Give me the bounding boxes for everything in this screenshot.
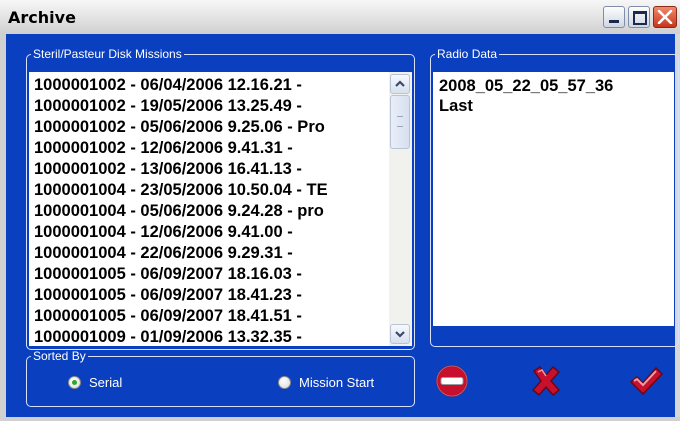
list-item[interactable]: 1000001005 - 06/09/2007 18.41.51 - bbox=[34, 306, 302, 326]
list-item[interactable]: 1000001002 - 13/06/2006 16.41.13 - bbox=[34, 159, 302, 179]
scroll-thumb[interactable] bbox=[390, 95, 410, 149]
sort-mission-start-label: Mission Start bbox=[299, 374, 375, 390]
chevron-up-icon bbox=[395, 80, 405, 87]
sorted-by-group-label: Sorted By bbox=[33, 349, 86, 363]
scroll-up-button[interactable] bbox=[390, 74, 410, 94]
ok-button[interactable] bbox=[628, 363, 664, 399]
missions-list[interactable]: 1000001002 - 06/04/2006 12.16.21 - 10000… bbox=[29, 72, 412, 346]
close-button[interactable] bbox=[653, 6, 677, 28]
chevron-down-icon bbox=[395, 331, 405, 338]
no-entry-icon bbox=[436, 365, 468, 397]
list-item[interactable]: 2008_05_22_05_57_36 bbox=[439, 76, 613, 96]
list-item[interactable]: 1000001005 - 06/09/2007 18.41.23 - bbox=[34, 285, 302, 305]
radio-checked-icon bbox=[68, 375, 81, 389]
cross-icon bbox=[531, 365, 561, 397]
sort-serial-label: Serial bbox=[89, 374, 123, 390]
radio-unchecked-icon bbox=[278, 375, 291, 389]
scroll-down-button[interactable] bbox=[390, 324, 410, 344]
minimize-button[interactable] bbox=[603, 6, 625, 28]
check-icon bbox=[629, 366, 664, 396]
list-item[interactable]: 1000001002 - 12/06/2006 9.41.31 - bbox=[34, 138, 293, 158]
missions-scrollbar[interactable] bbox=[389, 72, 412, 346]
list-item[interactable]: 1000001002 - 06/04/2006 12.16.21 - bbox=[34, 75, 302, 95]
window-border-bottom bbox=[0, 417, 680, 421]
window-title: Archive bbox=[8, 8, 76, 27]
list-item[interactable]: 1000001005 - 06/09/2007 18.16.03 - bbox=[34, 264, 302, 284]
list-item[interactable]: 1000001004 - 12/06/2006 9.41.00 - bbox=[34, 222, 293, 242]
cancel-button[interactable] bbox=[528, 363, 564, 399]
radio-data-list[interactable]: 2008_05_22_05_57_36 Last bbox=[433, 72, 674, 326]
list-item[interactable]: 1000001002 - 19/05/2006 13.25.49 - bbox=[34, 96, 302, 116]
close-icon bbox=[657, 10, 673, 24]
missions-group-label: Steril/Pasteur Disk Missions bbox=[33, 47, 182, 61]
archive-window: Archive Steril/Pasteur Disk Missions Rad… bbox=[0, 0, 680, 421]
maximize-button[interactable] bbox=[628, 6, 650, 28]
sort-mission-start-radio[interactable]: Mission Start bbox=[278, 372, 374, 392]
delete-button[interactable] bbox=[434, 363, 470, 399]
list-item[interactable]: 1000001009 - 01/09/2006 13.32.35 - bbox=[34, 327, 302, 346]
list-item[interactable]: Last bbox=[439, 96, 473, 116]
list-item[interactable]: 1000001002 - 05/06/2006 9.25.06 - Pro bbox=[34, 117, 325, 137]
radio-data-group-label: Radio Data bbox=[437, 47, 498, 61]
sort-serial-radio[interactable]: Serial bbox=[68, 372, 122, 392]
list-item[interactable]: 1000001004 - 05/06/2006 9.24.28 - pro bbox=[34, 201, 324, 221]
list-item[interactable]: 1000001004 - 23/05/2006 10.50.04 - TE bbox=[34, 180, 328, 200]
list-item[interactable]: 1000001004 - 22/06/2006 9.29.31 - bbox=[34, 243, 293, 263]
missions-list-items: 1000001002 - 06/04/2006 12.16.21 - 10000… bbox=[29, 72, 389, 346]
title-bar: Archive bbox=[0, 0, 680, 35]
